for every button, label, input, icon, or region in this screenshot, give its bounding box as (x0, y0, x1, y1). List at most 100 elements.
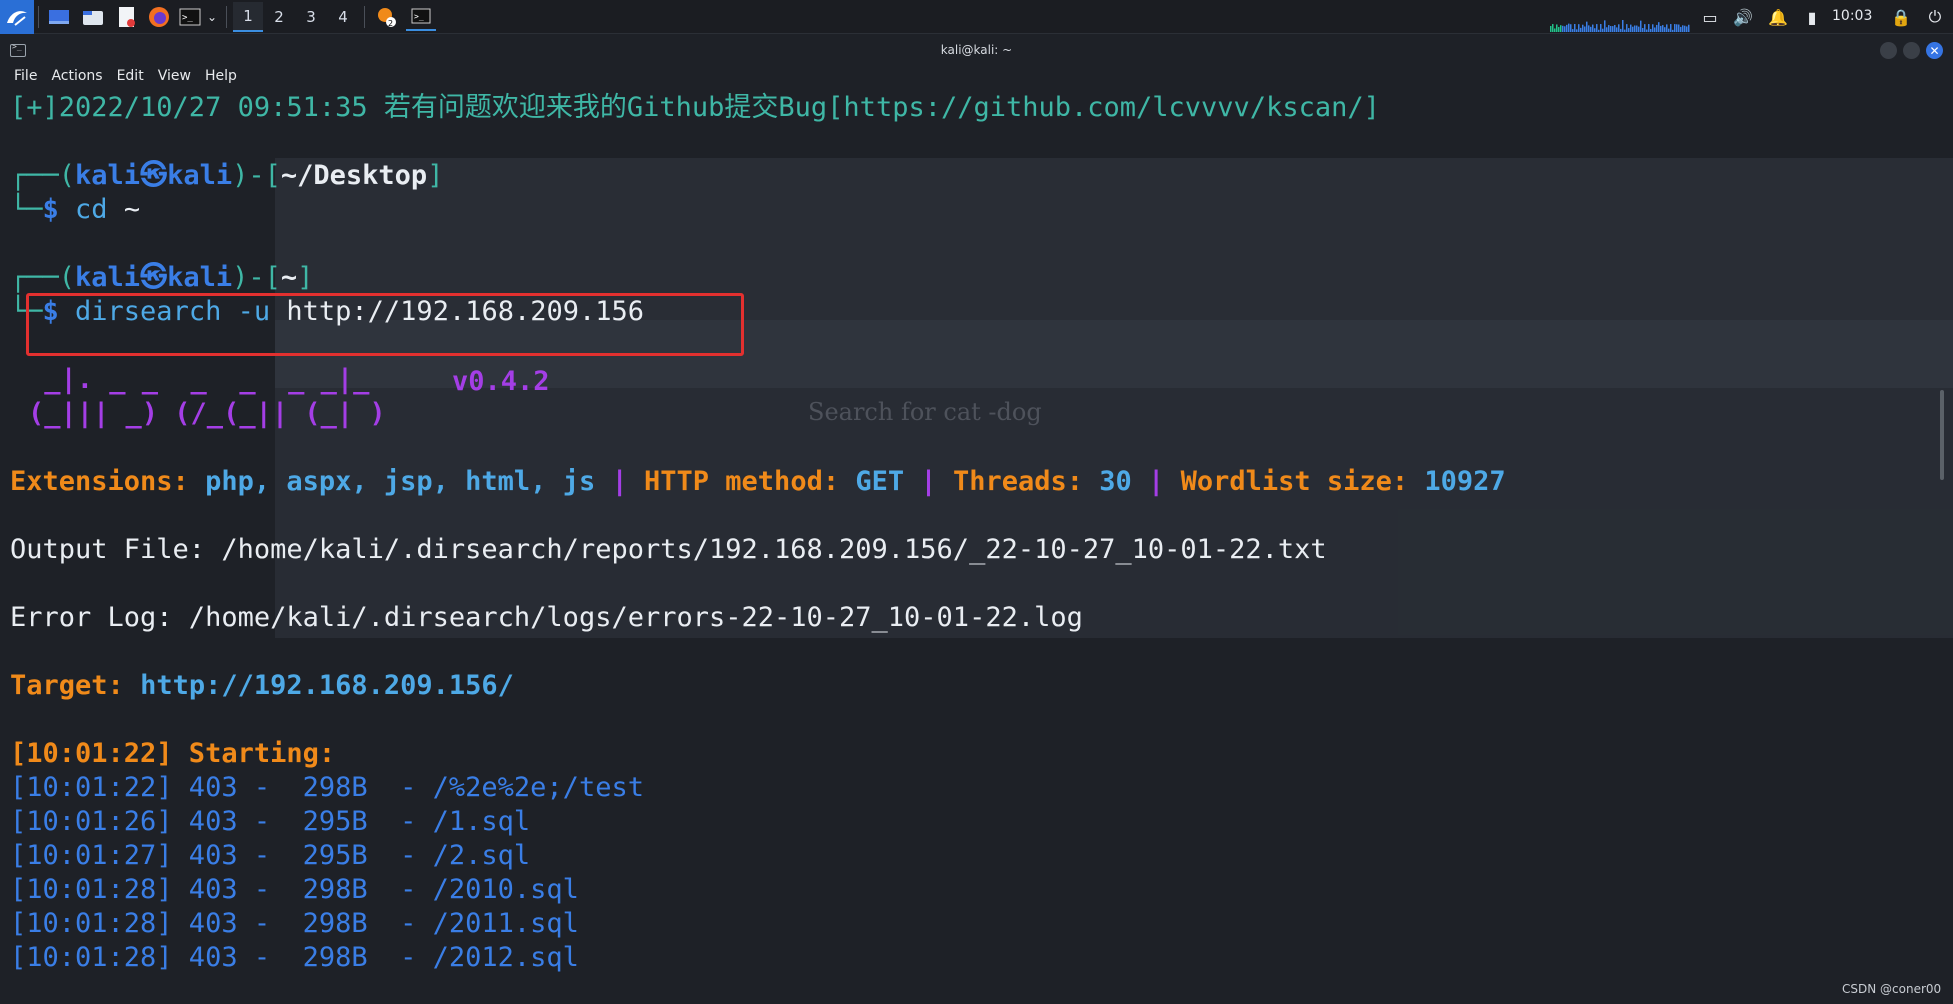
menu-edit[interactable]: Edit (117, 68, 144, 88)
cpu-graph-bar (1574, 24, 1576, 32)
window-title: kali@kali: ~ (940, 43, 1013, 57)
cpu-graph-bar (1598, 29, 1600, 32)
taskbar: >_ ⌄ 1 2 3 4 2 >_ ▭ 🔊 🔔 ▮ 10:03 🔒 ⏻ (0, 0, 1953, 34)
cpu-graph-bar (1636, 25, 1638, 32)
cpu-graph-bar (1630, 24, 1632, 32)
cpu-graph-bar (1606, 27, 1608, 32)
cpu-graph-bar (1644, 24, 1646, 32)
prompt-line-2: ┌──(kali㉿kali)-[~] (10, 262, 314, 293)
lock-icon[interactable]: 🔒 (1891, 7, 1911, 27)
svg-text:>_: >_ (182, 13, 193, 23)
clock[interactable]: 10:03 (1832, 8, 1872, 24)
cpu-graph-bar (1622, 20, 1624, 32)
cpu-graph-bar (1600, 24, 1602, 32)
cpu-graph-bar (1676, 24, 1678, 32)
scrollbar[interactable] (1940, 390, 1944, 480)
display-icon[interactable]: ▭ (1700, 7, 1720, 27)
cpu-graph-bar (1584, 26, 1586, 32)
menu-bar: File Actions Edit View Help (0, 68, 237, 88)
terminal-launcher-icon[interactable]: >_ (178, 3, 202, 31)
cpu-graph-bar (1568, 23, 1570, 32)
close-button[interactable]: ✕ (1926, 42, 1943, 59)
file-manager-icon[interactable] (80, 3, 106, 31)
target-line: Target: http://192.168.209.156/ (10, 670, 514, 701)
cpu-graph-bar (1648, 24, 1650, 32)
starting-line: [10:01:22] Starting: (10, 738, 336, 769)
cpu-graph-bar (1686, 26, 1688, 32)
cpu-graph-bar (1580, 27, 1582, 32)
cpu-graph-bar (1662, 25, 1664, 32)
cpu-graph-bar (1562, 25, 1564, 32)
workspace-3[interactable]: 3 (296, 2, 326, 32)
cpu-graph-bar (1596, 24, 1598, 32)
config-line: Extensions: php, aspx, jsp, html, js | H… (10, 466, 1506, 497)
cpu-graph-bar (1642, 28, 1644, 32)
cpu-graph (1550, 20, 1690, 32)
chevron-down-icon[interactable]: ⌄ (204, 3, 220, 31)
result-row: [10:01:27] 403 - 295B - /2.sql (10, 840, 531, 871)
result-row: [10:01:28] 403 - 298B - /2010.sql (10, 874, 579, 905)
cpu-graph-bar (1658, 22, 1660, 32)
cpu-graph-bar (1682, 25, 1684, 32)
menu-view[interactable]: View (158, 68, 191, 88)
battery-icon[interactable]: ▮ (1802, 7, 1822, 27)
cpu-graph-bar (1632, 26, 1634, 32)
cpu-graph-bar (1550, 26, 1552, 32)
terminal-window-button[interactable]: >_ (406, 3, 436, 31)
kali-menu-icon[interactable] (0, 0, 34, 34)
menu-actions[interactable]: Actions (51, 68, 102, 88)
kscan-banner-line: [+]2022/10/27 09:51:35 若有问题欢迎来我的Github提交… (10, 92, 1380, 123)
cpu-graph-bar (1664, 27, 1666, 32)
red-highlight-box (26, 293, 744, 356)
dirsearch-ascii-art-top: _|. _ _ _ _ _ _|_ (28, 364, 370, 395)
cpu-graph-bar (1592, 24, 1594, 32)
menu-help[interactable]: Help (205, 68, 237, 88)
cpu-graph-bar (1586, 21, 1588, 32)
maximize-button[interactable] (1903, 42, 1920, 59)
cpu-graph-bar (1666, 24, 1668, 32)
cpu-graph-bar (1558, 27, 1560, 32)
cpu-graph-bar (1654, 27, 1656, 32)
result-row: [10:01:28] 403 - 298B - /2012.sql (10, 942, 579, 973)
minimize-button[interactable] (1880, 42, 1897, 59)
window-titlebar[interactable]: kali@kali: ~ ✕ (0, 34, 1953, 68)
cpu-graph-bar (1608, 25, 1610, 32)
cpu-graph-bar (1672, 29, 1674, 32)
terminal-output[interactable]: [+]2022/10/27 09:51:35 若有问题欢迎来我的Github提交… (0, 90, 1953, 1004)
show-desktop-icon[interactable] (46, 3, 72, 31)
taskbar-separator (364, 6, 365, 28)
power-icon[interactable]: ⏻ (1925, 7, 1945, 27)
taskbar-separator (38, 6, 39, 28)
cpu-graph-bar (1572, 29, 1574, 32)
cpu-graph-bar (1684, 25, 1686, 32)
cpu-graph-bar (1688, 24, 1690, 32)
notification-badge: 2 (388, 19, 393, 28)
cpu-graph-bar (1590, 26, 1592, 32)
workspace-4[interactable]: 4 (328, 2, 358, 32)
result-row: [10:01:22] 403 - 298B - /%2e%2e;/test (10, 772, 644, 803)
cpu-graph-bar (1626, 24, 1628, 32)
firefox-icon[interactable] (146, 3, 172, 31)
cpu-graph-bar (1656, 24, 1658, 32)
cpu-graph-bar (1554, 28, 1556, 32)
prompt-line-1: ┌──(kali㉿kali)-[~/Desktop] (10, 160, 444, 191)
workspace-2[interactable]: 2 (264, 2, 294, 32)
cpu-graph-bar (1602, 28, 1604, 32)
volume-icon[interactable]: 🔊 (1733, 7, 1753, 27)
cpu-graph-bar (1646, 29, 1648, 32)
workspace-1[interactable]: 1 (233, 2, 263, 32)
notification-bell-icon[interactable]: 🔔 (1768, 7, 1788, 27)
result-row: [10:01:28] 403 - 298B - /2011.sql (10, 908, 579, 939)
app-window-button[interactable]: 2 (374, 3, 400, 31)
cpu-graph-bar (1650, 28, 1652, 32)
cpu-graph-bar (1620, 28, 1622, 32)
text-editor-icon[interactable] (114, 3, 140, 31)
cpu-graph-bar (1628, 28, 1630, 32)
cpu-graph-bar (1556, 24, 1558, 32)
cpu-graph-bar (1610, 25, 1612, 32)
cpu-graph-bar (1594, 28, 1596, 32)
cpu-graph-bar (1588, 25, 1590, 32)
menu-file[interactable]: File (14, 68, 37, 88)
cpu-graph-bar (1638, 26, 1640, 32)
cpu-graph-bar (1660, 25, 1662, 32)
